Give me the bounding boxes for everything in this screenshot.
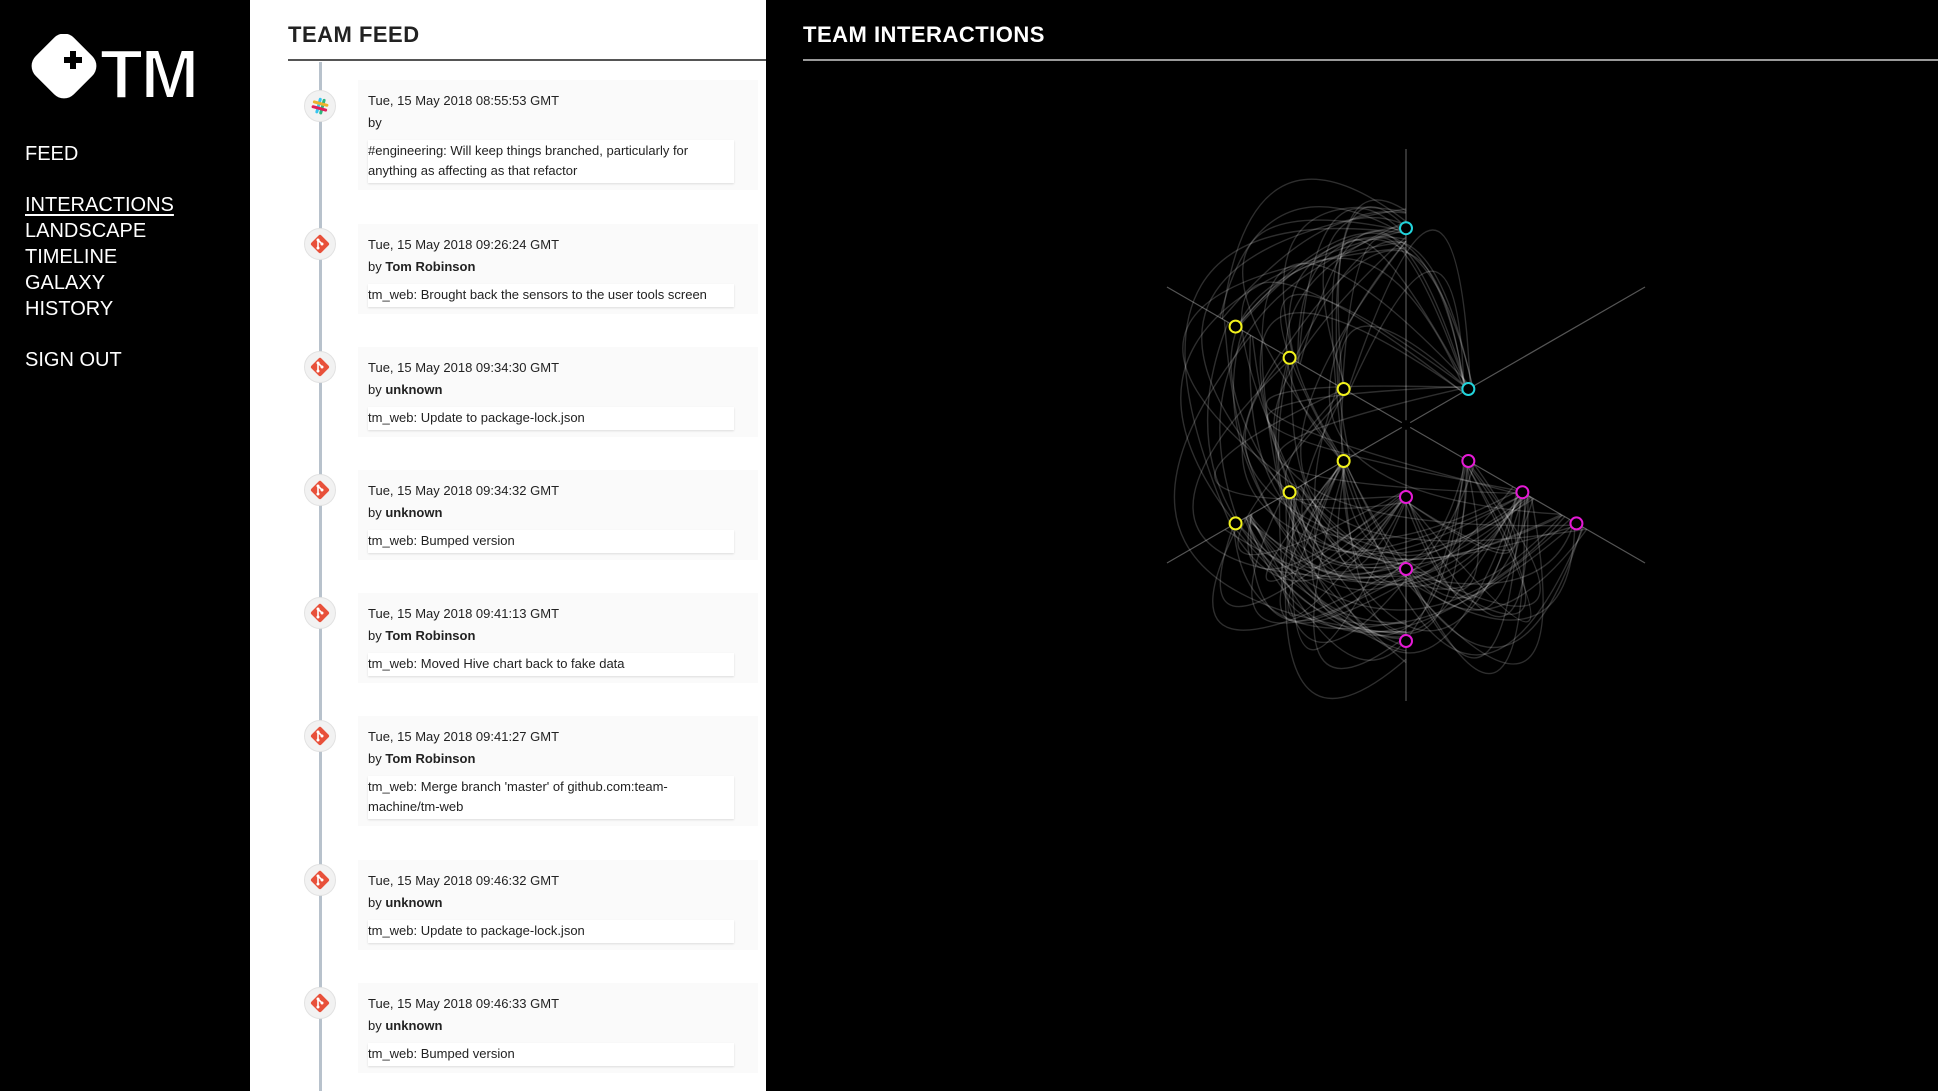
feed-card[interactable]: Tue, 15 May 2018 08:55:53 GMT by #enginee…	[358, 80, 758, 190]
slack-icon	[304, 90, 336, 122]
hive-node	[1569, 516, 1584, 531]
hive-node	[1282, 350, 1297, 365]
team-feed-title: TEAM FEED	[288, 22, 420, 47]
feed-message: tm_web: Bumped version	[368, 530, 734, 553]
hive-node	[1461, 454, 1476, 468]
hive-plot[interactable]	[766, 0, 1938, 1091]
hive-link	[1331, 238, 1470, 461]
feed-author: Tom Robinson	[385, 259, 476, 274]
git-icon	[304, 864, 336, 896]
feed-card[interactable]: Tue, 15 May 2018 09:46:32 GMT by unknown t…	[358, 860, 758, 950]
feed-message: tm_web: Merge branch 'master' of github.…	[368, 776, 734, 819]
nav-galaxy[interactable]: GALAXY	[25, 272, 105, 295]
feed-author: Tom Robinson	[385, 751, 476, 766]
nav-landscape[interactable]: LANDSCAPE	[25, 220, 146, 243]
logo-mark-icon: TM	[31, 33, 200, 114]
feed-by-label: by	[368, 751, 382, 766]
feed-message: tm_web: Moved Hive chart back to fake da…	[368, 653, 734, 676]
hive-node	[1515, 485, 1530, 500]
nav-timeline[interactable]: TIMELINE	[25, 246, 117, 269]
feed-author-line: by Tom Robinson	[368, 258, 748, 275]
hive-node	[1336, 382, 1351, 396]
feed-timestamp: Tue, 15 May 2018 09:26:24 GMT	[368, 237, 560, 252]
feed-timestamp: Tue, 15 May 2018 09:41:13 GMT	[368, 606, 560, 621]
team-feed-panel: TEAM FEED Tue, 15 May 2018 08:55:53 GMT b…	[250, 0, 766, 1091]
feed-by-label: by	[368, 382, 382, 397]
feed-timestamp: Tue, 15 May 2018 08:55:53 GMT	[368, 93, 560, 108]
hive-node	[1399, 490, 1413, 504]
feed-by-label: by	[368, 505, 382, 520]
nav-sign-out[interactable]: SIGN OUT	[25, 349, 122, 372]
feed-card[interactable]: Tue, 15 May 2018 09:26:24 GMT by Tom Robi…	[358, 224, 758, 314]
git-icon	[304, 228, 336, 260]
nav-feed[interactable]: FEED	[25, 143, 78, 166]
team-interactions-panel: TEAM INTERACTIONS	[766, 0, 1938, 1091]
feed-message: tm_web: Update to package-lock.json	[368, 920, 734, 943]
feed-author: unknown	[385, 505, 443, 520]
feed-author-line: by	[368, 114, 748, 131]
hive-node	[1461, 382, 1476, 396]
git-icon	[304, 720, 336, 752]
feed-timeline-line	[319, 62, 322, 1091]
hive-link	[1223, 320, 1529, 569]
feed-by-label: by	[368, 259, 382, 274]
feed-card[interactable]: Tue, 15 May 2018 09:46:33 GMT by unknown t…	[358, 983, 758, 1073]
feed-message: #engineering: Will keep things branched,…	[368, 140, 734, 183]
hive-link	[1219, 225, 1407, 523]
git-icon	[304, 987, 336, 1019]
nav-interactions[interactable]: INTERACTIONS	[25, 194, 174, 217]
feed-timestamp: Tue, 15 May 2018 09:46:32 GMT	[368, 873, 560, 888]
hive-node	[1399, 221, 1413, 236]
feed-timestamp: Tue, 15 May 2018 09:34:30 GMT	[368, 360, 560, 375]
nav-history[interactable]: HISTORY	[25, 298, 113, 321]
feed-by-label: by	[368, 115, 382, 130]
feed-author-line: by unknown	[368, 381, 748, 398]
feed-card[interactable]: Tue, 15 May 2018 09:34:30 GMT by unknown t…	[358, 347, 758, 437]
feed-author: Tom Robinson	[385, 628, 476, 643]
feed-author: unknown	[385, 382, 443, 397]
feed-timestamp: Tue, 15 May 2018 09:34:32 GMT	[368, 483, 560, 498]
hive-node	[1282, 485, 1297, 500]
feed-by-label: by	[368, 1018, 382, 1033]
feed-author-line: by Tom Robinson	[368, 750, 748, 767]
hive-node	[1399, 562, 1413, 576]
feed-author-line: by Tom Robinson	[368, 627, 748, 644]
feed-card[interactable]: Tue, 15 May 2018 09:41:13 GMT by Tom Robi…	[358, 593, 758, 683]
feed-by-label: by	[368, 628, 382, 643]
hive-node	[1336, 454, 1351, 468]
hive-link	[1261, 262, 1472, 498]
hive-node	[1228, 319, 1243, 334]
feed-author-line: by unknown	[368, 504, 748, 521]
hive-link	[1221, 217, 1407, 320]
feed-message: tm_web: Bumped version	[368, 1043, 734, 1066]
feed-timestamp: Tue, 15 May 2018 09:41:27 GMT	[368, 729, 560, 744]
logo-text: TM	[100, 35, 197, 106]
feed-card[interactable]: Tue, 15 May 2018 09:41:27 GMT by Tom Robi…	[358, 716, 758, 826]
sidebar: TM FEED INTERACTIONS LANDSCAPE TIMELINE …	[0, 0, 250, 1091]
hive-link	[1273, 236, 1580, 527]
feed-timestamp: Tue, 15 May 2018 09:46:33 GMT	[368, 996, 560, 1011]
feed-by-label: by	[368, 895, 382, 910]
feed-author-line: by unknown	[368, 1017, 748, 1034]
git-icon	[304, 351, 336, 383]
hive-node	[1399, 634, 1413, 648]
feed-author: unknown	[385, 1018, 443, 1033]
feed-author: unknown	[385, 895, 443, 910]
feed-author-line: by unknown	[368, 894, 748, 911]
git-icon	[304, 474, 336, 506]
feed-message: tm_web: Update to package-lock.json	[368, 407, 734, 430]
hive-node	[1228, 516, 1243, 531]
logo[interactable]: TM	[28, 33, 208, 114]
git-icon	[304, 597, 336, 629]
team-feed-divider	[288, 59, 766, 61]
feed-card[interactable]: Tue, 15 May 2018 09:34:32 GMT by unknown t…	[358, 470, 758, 560]
feed-message: tm_web: Brought back the sensors to the …	[368, 284, 734, 307]
